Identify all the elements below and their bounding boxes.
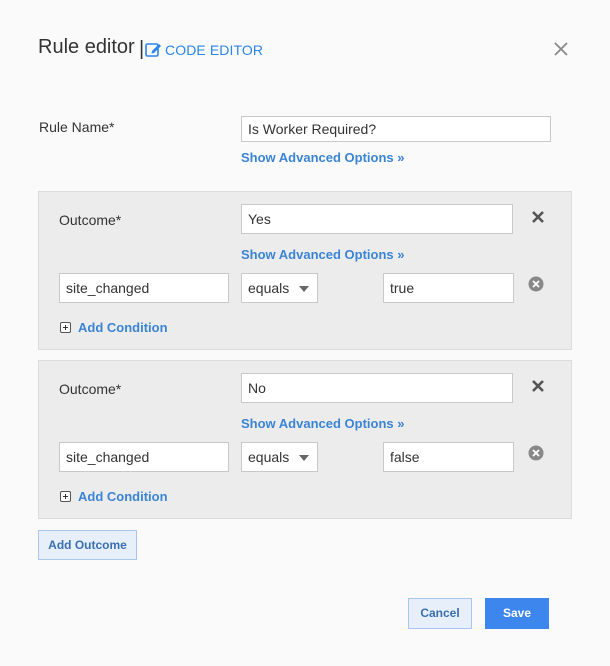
outcome-panel: Outcome* Show Advanced Options » equals … (38, 191, 572, 350)
add-condition-label: Add Condition (78, 320, 168, 335)
add-condition-label: Add Condition (78, 489, 168, 504)
save-button[interactable]: Save (485, 598, 549, 629)
code-editor-link[interactable]: CODE EDITOR (145, 41, 263, 58)
chevron-down-icon (299, 286, 309, 292)
title-separator: | (139, 38, 145, 60)
outcome-panel: Outcome* Show Advanced Options » equals … (38, 360, 572, 519)
remove-outcome-icon[interactable] (531, 210, 545, 224)
condition-operator-select[interactable]: equals (241, 442, 318, 472)
code-editor-label: CODE EDITOR (165, 41, 264, 58)
rule-name-label: Rule Name* (39, 119, 115, 135)
dialog-title: Rule editor (38, 36, 135, 58)
edit-icon (145, 43, 161, 57)
condition-operator-value: equals (248, 280, 290, 296)
condition-field-input[interactable] (59, 273, 229, 303)
close-icon[interactable] (552, 40, 570, 58)
outcome-label: Outcome* (59, 381, 122, 397)
plus-box-icon (60, 322, 71, 333)
remove-outcome-icon[interactable] (531, 379, 545, 393)
condition-value-input[interactable] (383, 273, 514, 303)
condition-value-input[interactable] (383, 442, 514, 472)
outcome-advanced-options-link[interactable]: Show Advanced Options » (241, 247, 404, 262)
outcome-advanced-options-link[interactable]: Show Advanced Options » (241, 416, 404, 431)
plus-box-icon (60, 491, 71, 502)
condition-operator-value: equals (248, 449, 290, 465)
condition-field-input[interactable] (59, 442, 229, 472)
outcome-label: Outcome* (59, 212, 122, 228)
chevron-down-icon (299, 455, 309, 461)
condition-operator-select[interactable]: equals (241, 273, 318, 303)
cancel-button[interactable]: Cancel (408, 598, 472, 629)
remove-condition-icon[interactable] (528, 445, 544, 461)
rule-editor-dialog: Rule editor | CODE EDITOR Rule Name* Sho… (0, 0, 610, 666)
outcome-value-input[interactable] (241, 373, 513, 403)
outcome-value-input[interactable] (241, 204, 513, 234)
remove-condition-icon[interactable] (528, 276, 544, 292)
rule-name-input[interactable] (241, 116, 551, 142)
add-condition-button[interactable]: Add Condition (60, 489, 168, 504)
add-outcome-button[interactable]: Add Outcome (38, 530, 137, 560)
rule-advanced-options-link[interactable]: Show Advanced Options » (241, 150, 404, 165)
add-condition-button[interactable]: Add Condition (60, 320, 168, 335)
